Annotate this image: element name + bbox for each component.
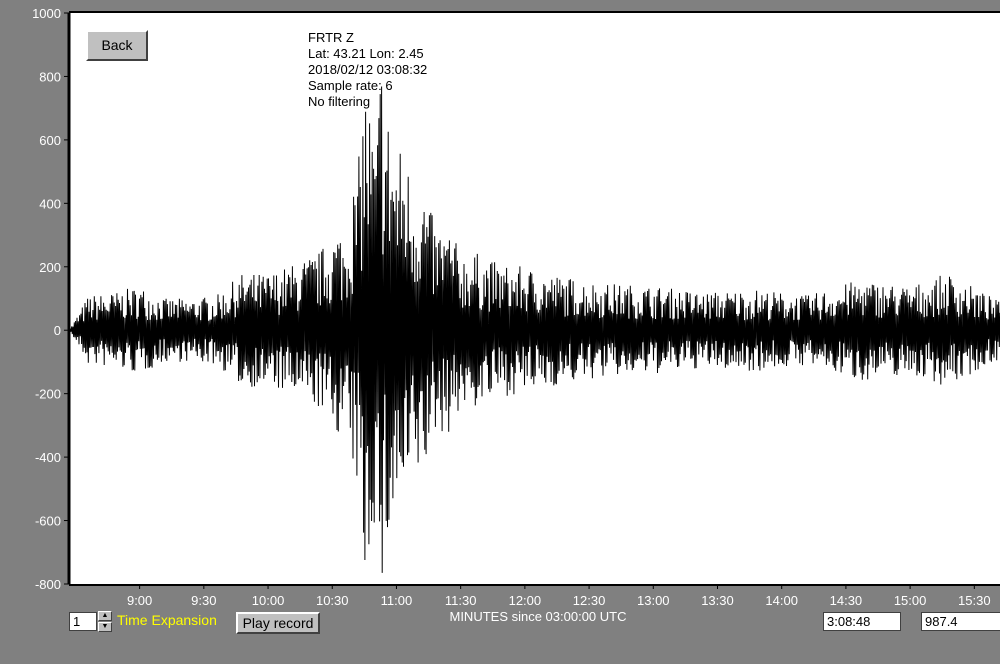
x-tick-label: 14:00: [765, 593, 798, 608]
station-info-line: Sample rate: 6: [308, 78, 393, 93]
station-info-line: Lat: 43.21 Lon: 2.45: [308, 46, 424, 61]
y-tick-label: -400: [35, 450, 61, 465]
x-tick-label: 10:00: [252, 593, 285, 608]
x-axis-ticks: 9:00 9:30 10:00 10:30 11:00 11:30 12:00 12:30 13…: [127, 584, 991, 608]
station-info-line: 2018/02/12 03:08:32: [308, 62, 427, 77]
y-tick-label: -600: [35, 514, 61, 529]
time-expansion-input[interactable]: [69, 612, 97, 631]
spin-up-button[interactable]: ▲: [98, 611, 112, 621]
x-axis-title: MINUTES since 03:00:00 UTC: [449, 609, 626, 624]
x-tick-label: 11:30: [445, 593, 477, 608]
y-tick-label: 600: [39, 133, 61, 148]
x-tick-label: 12:30: [573, 593, 606, 608]
x-tick-label: 14:30: [830, 593, 863, 608]
play-record-button[interactable]: Play record: [236, 612, 320, 634]
cursor-time-readout: 3:08:48: [823, 612, 901, 631]
y-tick-label: -200: [35, 387, 61, 402]
y-axis-ticks: 1000 800 600 400 200 0 -200 -400 -600 -800: [32, 6, 69, 592]
seismogram-chart: 10008006004002000-200-400-600-800 9:00 9:…: [32, 6, 1000, 624]
spin-down-button[interactable]: ▼: [98, 622, 112, 632]
x-tick-label: 15:30: [958, 593, 991, 608]
y-tick-label: 800: [39, 69, 61, 84]
y-tick-label: 0: [54, 323, 61, 338]
y-tick-label: 1000: [32, 6, 61, 21]
y-tick-label: 400: [39, 196, 61, 211]
x-tick-label: 12:00: [509, 593, 542, 608]
station-info-line: FRTR Z: [308, 30, 354, 45]
station-info-line: No filtering: [308, 94, 370, 109]
x-tick-label: 10:30: [316, 593, 349, 608]
y-tick-label: -800: [35, 577, 61, 592]
x-tick-label: 13:00: [637, 593, 670, 608]
x-tick-label: 11:00: [381, 593, 413, 608]
x-tick-label: 15:00: [894, 593, 927, 608]
back-button[interactable]: Back: [86, 30, 148, 61]
time-expansion-label: Time Expansion: [117, 612, 217, 628]
x-tick-label: 9:30: [191, 593, 216, 608]
y-tick-label: 200: [39, 260, 61, 275]
plot-area: [69, 13, 1000, 584]
x-tick-label: 9:00: [127, 593, 152, 608]
x-tick-label: 13:30: [701, 593, 734, 608]
cursor-value-readout: 987.4: [921, 612, 1000, 631]
